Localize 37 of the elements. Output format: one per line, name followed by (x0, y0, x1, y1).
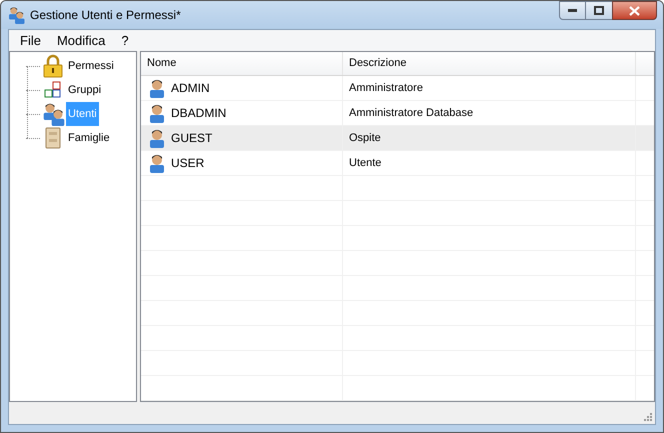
tree-item[interactable]: Permessi (66, 54, 116, 78)
tree-item[interactable]: Gruppi (66, 78, 104, 102)
close-button[interactable] (612, 1, 657, 20)
table-cell-text: Utente (349, 156, 382, 171)
padlock-icon (41, 54, 65, 78)
table-cell-text: USER (171, 155, 204, 172)
menu-item[interactable]: ? (113, 30, 137, 50)
user-icon (147, 103, 167, 123)
table-cell-text: DBADMIN (171, 105, 226, 122)
cabinet-icon (45, 127, 61, 149)
table-row[interactable]: DBADMIN Amministratore Database (141, 101, 654, 126)
table-cell-text: Ospite (349, 130, 381, 146)
users-icon (7, 6, 25, 24)
users-icon (41, 102, 65, 126)
maximize-icon (594, 6, 604, 15)
close-icon (629, 6, 640, 16)
window-title: Gestione Utenti e Permessi* (30, 7, 181, 24)
column-header[interactable]: Descrizione (343, 52, 636, 75)
table-cell-text: GUEST (171, 130, 212, 147)
tree-item[interactable]: Famiglie (66, 126, 112, 150)
table-cell-text: ADMIN (171, 80, 210, 97)
table-cell-text: Amministratore Database (349, 106, 474, 121)
table-row[interactable]: GUEST Ospite (141, 126, 654, 151)
squares-icon (44, 81, 62, 99)
user-icon (147, 78, 167, 98)
minimize-button[interactable] (559, 1, 586, 20)
column-header[interactable]: Nome (141, 52, 343, 75)
table-row[interactable]: USER Utente (141, 151, 654, 176)
minimize-icon (568, 8, 577, 12)
user-icon (147, 128, 167, 148)
table-row[interactable]: ADMIN Amministratore (141, 76, 654, 101)
maximize-button[interactable] (586, 1, 612, 20)
resize-grip-icon[interactable] (643, 412, 653, 422)
menu-item[interactable]: Modifica (48, 30, 114, 50)
user-icon (147, 153, 167, 173)
menu-item[interactable]: File (12, 30, 49, 50)
table-cell-text: Amministratore (349, 80, 423, 96)
